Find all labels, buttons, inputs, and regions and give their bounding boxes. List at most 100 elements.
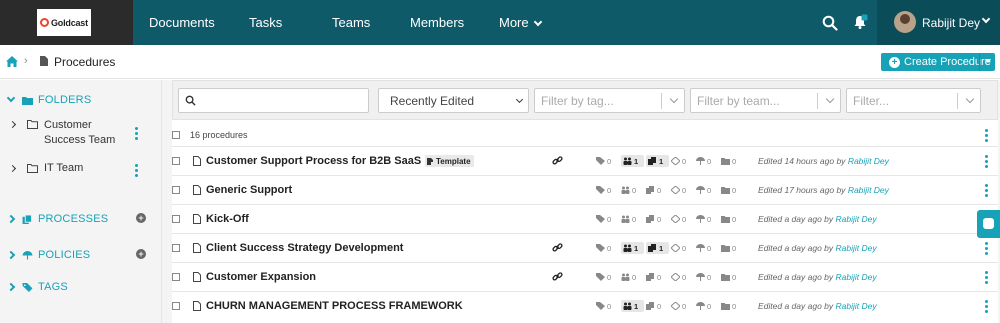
row-checkbox[interactable] (172, 186, 180, 194)
row-checkbox[interactable] (172, 215, 180, 223)
row-options-kebab-icon[interactable] (985, 184, 988, 197)
table-row[interactable]: Kick-Off 0 0 0 0 0 0 Edited a day ago by Rabiji… (172, 204, 998, 233)
assistant-tab[interactable] (977, 210, 1000, 238)
nav-teams[interactable]: Teams (332, 15, 370, 30)
user-menu[interactable]: Rabijit Dey (877, 0, 1000, 45)
chevron-down-icon (669, 94, 679, 104)
procedure-title[interactable]: Generic Support (206, 184, 292, 196)
logo[interactable]: Goldcast (37, 9, 91, 36)
tags-count-value: 0 (607, 185, 612, 195)
sidebar-folder-it-team[interactable]: IT Team (8, 162, 83, 174)
editor-link[interactable]: Rabijit Dey (836, 243, 877, 253)
teams-count: 0 (621, 184, 646, 196)
tag-icon (22, 282, 33, 292)
nav-documents[interactable]: Documents (149, 15, 215, 30)
teams-count-value: 0 (632, 214, 637, 224)
row-options-kebab-icon[interactable] (985, 155, 988, 168)
tag-filter[interactable]: Filter by tag... (534, 88, 685, 113)
table-row[interactable]: Client Success Strategy Development 0 1 1 0 0… (172, 233, 998, 262)
nav-members[interactable]: Members (410, 15, 464, 30)
sidebar-processes-header[interactable]: PROCESSES (6, 213, 108, 225)
folder-options-kebab-icon[interactable] (135, 127, 138, 140)
generic-filter-placeholder: Filter... (853, 93, 890, 108)
table-row[interactable]: Customer Expansion 0 0 0 0 0 0 Edited a day ago… (172, 262, 998, 291)
search-icon[interactable] (822, 15, 838, 31)
folder-icon (22, 96, 33, 105)
links-count: 0 (671, 271, 696, 283)
document-icon (193, 272, 201, 282)
table-row[interactable]: Customer Support Process for B2B SaaS Tem… (172, 146, 998, 175)
sidebar-policies-header[interactable]: POLICIES (6, 249, 90, 261)
folder-icon (721, 216, 730, 223)
editor-link[interactable]: Rabijit Dey (836, 301, 877, 311)
teams-count-value: 0 (632, 185, 637, 195)
link-icon[interactable] (552, 271, 563, 282)
sort-select[interactable]: Recently Edited (378, 88, 529, 113)
row-stats: 0 0 0 0 0 0 (596, 271, 746, 283)
row-checkbox[interactable] (172, 244, 180, 252)
sidebar-tags-label: TAGS (38, 281, 68, 293)
procedure-title[interactable]: Kick-Off (206, 213, 249, 225)
add-policy-plus-icon[interactable]: + (136, 249, 146, 259)
tags-count: 0 (596, 242, 621, 254)
link-icon[interactable] (552, 242, 563, 253)
search-input[interactable] (178, 88, 369, 113)
policies-count-value: 0 (707, 272, 712, 282)
home-icon[interactable] (5, 55, 19, 68)
chevron-down-icon (6, 93, 16, 103)
chevron-down-icon (515, 95, 524, 104)
links-count-value: 0 (682, 156, 687, 166)
page-title: Procedures (54, 55, 116, 69)
folder-icon (27, 120, 38, 129)
sidebar-folder-customer-success[interactable]: Customer Success Team (8, 118, 115, 148)
editor-link[interactable]: Rabijit Dey (848, 185, 889, 195)
row-checkbox[interactable] (172, 302, 180, 310)
teams-count: 0 (621, 271, 646, 283)
generic-filter[interactable]: Filter... (846, 88, 981, 113)
row-checkbox[interactable] (172, 273, 180, 281)
nav-more[interactable]: More (499, 15, 542, 30)
sidebar-folders-header[interactable]: FOLDERS (6, 93, 91, 106)
editor-link[interactable]: Rabijit Dey (836, 272, 877, 282)
create-dropdown-toggle[interactable] (979, 53, 995, 71)
tags-count-value: 0 (607, 272, 612, 282)
procedure-title[interactable]: Customer Support Process for B2B SaaS (206, 155, 421, 167)
editor-link[interactable]: Rabijit Dey (848, 156, 889, 166)
procedure-title[interactable]: CHURN MANAGEMENT PROCESS FRAMEWORK (206, 300, 463, 312)
add-process-plus-icon[interactable]: + (136, 213, 146, 223)
link-icon[interactable] (552, 155, 563, 166)
umbrella-icon (22, 250, 33, 260)
bell-icon[interactable] (852, 14, 868, 30)
document-icon (193, 156, 201, 166)
tags-count: 0 (596, 155, 621, 167)
policies-count-value: 0 (707, 156, 712, 166)
logo-mark-icon (40, 18, 49, 27)
copies-count-value: 0 (657, 185, 662, 195)
editor-link[interactable]: Rabijit Dey (836, 214, 877, 224)
policies-count-value: 0 (707, 214, 712, 224)
folders-count-value: 0 (732, 185, 737, 195)
procedure-title[interactable]: Client Success Strategy Development (206, 242, 403, 254)
row-options-kebab-icon[interactable] (985, 242, 988, 255)
umbrella-icon (696, 273, 705, 281)
table-row[interactable]: Generic Support 0 0 0 0 0 0 Edited 17 hours ago… (172, 175, 998, 204)
row-options-kebab-icon[interactable] (985, 271, 988, 284)
procedure-title[interactable]: Customer Expansion (206, 271, 316, 283)
sidebar-tags-header[interactable]: TAGS (6, 281, 68, 293)
copies-count-value: 0 (657, 272, 662, 282)
tags-count-value: 0 (607, 301, 612, 311)
row-checkbox[interactable] (172, 157, 180, 165)
nav-tasks[interactable]: Tasks (249, 15, 282, 30)
table-row[interactable]: CHURN MANAGEMENT PROCESS FRAMEWORK 0 1 0 0 0 0… (172, 291, 998, 320)
list-options-kebab-icon[interactable] (985, 129, 988, 142)
edited-text: Edited a day ago by (758, 243, 834, 253)
brand-area: Goldcast (0, 0, 133, 45)
folder-options-kebab-icon[interactable] (135, 164, 138, 177)
row-options-kebab-icon[interactable] (985, 300, 988, 313)
create-procedure-button[interactable]: + Create Procedure (881, 53, 995, 71)
tag-filter-placeholder: Filter by tag... (541, 93, 614, 108)
tags-count-value: 0 (607, 156, 612, 166)
teams-count-value: 1 (634, 156, 639, 166)
select-all-checkbox[interactable] (172, 131, 180, 139)
team-filter[interactable]: Filter by team... (690, 88, 841, 113)
